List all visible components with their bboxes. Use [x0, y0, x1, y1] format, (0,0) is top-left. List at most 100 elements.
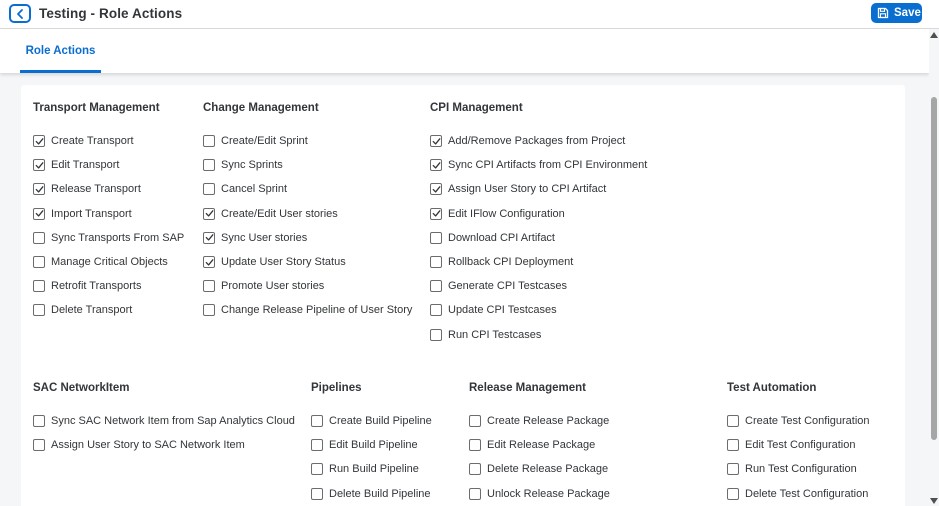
save-button[interactable]: Save [871, 3, 922, 23]
checkbox-row[interactable]: Run CPI Testcases [430, 326, 541, 344]
checkbox-unchecked[interactable] [727, 439, 739, 452]
checkbox-row[interactable]: Sync SAC Network Item from Sap Analytics… [33, 412, 295, 430]
checkbox-row[interactable]: Edit Test Configuration [727, 436, 855, 454]
checkbox-unchecked[interactable] [311, 463, 323, 476]
checkbox-unchecked[interactable] [430, 256, 442, 268]
checkbox-label: Run CPI Testcases [448, 328, 542, 341]
checkbox-unchecked[interactable] [430, 304, 442, 317]
checkbox-unchecked[interactable] [727, 487, 739, 500]
checkbox-label: Manage Critical Objects [51, 256, 168, 268]
checkbox-row[interactable]: Create/Edit Sprint [203, 132, 308, 150]
checkbox-row[interactable]: Change Release Pipeline of User Story [203, 301, 412, 319]
checkbox-checked[interactable] [33, 159, 45, 172]
checkbox-unchecked[interactable] [311, 487, 323, 500]
scrollbar-thumb[interactable] [931, 97, 937, 440]
checkbox-checked[interactable] [33, 207, 45, 220]
checkbox-label: Create Build Pipeline [329, 415, 432, 427]
checkbox-unchecked[interactable] [33, 304, 45, 317]
checkbox-row[interactable]: Create/Edit User stories [203, 205, 338, 223]
checkbox-row[interactable]: Update CPI Testcases [430, 301, 557, 319]
checkbox-row[interactable]: Rollback CPI Deployment [430, 253, 573, 271]
checkbox-row[interactable]: Assign User Story to SAC Network Item [33, 436, 245, 454]
checkbox-label: Edit Transport [51, 159, 120, 172]
checkbox-checked[interactable] [430, 159, 442, 172]
checkbox-row[interactable]: Create Test Configuration [727, 412, 870, 430]
checkbox-unchecked[interactable] [469, 439, 481, 452]
tab-bar: Role Actions [0, 29, 929, 73]
checkbox-unchecked[interactable] [469, 487, 481, 500]
checkbox-row[interactable]: Sync User stories [203, 229, 307, 247]
checkbox-unchecked[interactable] [727, 415, 739, 427]
checkbox-row[interactable]: Delete Transport [33, 301, 132, 319]
checkbox-unchecked[interactable] [33, 231, 45, 244]
tab-role-actions[interactable]: Role Actions [20, 29, 101, 73]
checkbox-label: Rollback CPI Deployment [448, 256, 574, 268]
checkbox-unchecked[interactable] [469, 463, 481, 476]
scroll-down-arrow-icon[interactable] [930, 498, 938, 504]
checkbox-row[interactable]: Update User Story Status [203, 253, 346, 271]
checkbox-label: Release Transport [51, 183, 141, 196]
group-title: Release Management [469, 382, 586, 394]
checkbox-checked[interactable] [203, 256, 215, 268]
checkbox-unchecked[interactable] [33, 415, 45, 427]
checkbox-checked[interactable] [33, 183, 45, 196]
checkbox-row[interactable]: Download CPI Artifact [430, 229, 555, 247]
checkbox-checked[interactable] [430, 207, 442, 220]
checkmark-icon [35, 161, 43, 169]
checkbox-row[interactable]: Delete Test Configuration [727, 485, 868, 503]
checkbox-row[interactable]: Assign User Story to CPI Artifact [430, 180, 606, 198]
vertical-scrollbar[interactable] [929, 29, 939, 506]
checkbox-unchecked[interactable] [203, 183, 215, 196]
checkbox-row[interactable]: Edit IFlow Configuration [430, 205, 565, 223]
checkbox-unchecked[interactable] [430, 280, 442, 293]
checkbox-unchecked[interactable] [727, 463, 739, 476]
checkbox-row[interactable]: Add/Remove Packages from Project [430, 132, 625, 150]
checkbox-row[interactable]: Retrofit Transports [33, 277, 141, 295]
checkbox-unchecked[interactable] [33, 439, 45, 452]
checkbox-row[interactable]: Sync CPI Artifacts from CPI Environment [430, 156, 647, 174]
checkbox-label: Create Release Package [487, 415, 610, 427]
back-button[interactable] [9, 4, 31, 23]
checkbox-unchecked[interactable] [203, 135, 215, 147]
checkbox-row[interactable]: Create Transport [33, 132, 134, 150]
checkbox-row[interactable]: Delete Release Package [469, 460, 608, 478]
checkbox-unchecked[interactable] [469, 415, 481, 427]
chevron-left-icon [17, 8, 23, 19]
checkbox-unchecked[interactable] [311, 415, 323, 427]
checkbox-row[interactable]: Create Build Pipeline [311, 412, 432, 430]
group-title: Transport Management [33, 102, 160, 114]
checkbox-unchecked[interactable] [430, 231, 442, 244]
checkbox-row[interactable]: Sync Transports From SAP [33, 229, 184, 247]
checkbox-row[interactable]: Run Test Configuration [727, 460, 857, 478]
checkbox-checked[interactable] [33, 135, 45, 147]
checkbox-unchecked[interactable] [430, 328, 442, 341]
checkbox-row[interactable]: Delete Build Pipeline [311, 485, 431, 503]
checkbox-unchecked[interactable] [33, 256, 45, 268]
checkbox-row[interactable]: Edit Release Package [469, 436, 595, 454]
checkbox-unchecked[interactable] [203, 304, 215, 317]
checkbox-label: Sync User stories [221, 231, 308, 244]
checkbox-row[interactable]: Run Build Pipeline [311, 460, 419, 478]
checkbox-row[interactable]: Cancel Sprint [203, 180, 287, 198]
checkbox-label: Sync CPI Artifacts from CPI Environment [448, 159, 648, 172]
checkbox-row[interactable]: Sync Sprints [203, 156, 283, 174]
checkbox-row[interactable]: Generate CPI Testcases [430, 277, 567, 295]
checkbox-label: Edit Test Configuration [745, 439, 856, 452]
checkbox-unchecked[interactable] [33, 280, 45, 293]
checkbox-row[interactable]: Edit Build Pipeline [311, 436, 418, 454]
checkbox-unchecked[interactable] [203, 280, 215, 293]
checkbox-row[interactable]: Promote User stories [203, 277, 324, 295]
checkbox-row[interactable]: Manage Critical Objects [33, 253, 168, 271]
checkbox-unchecked[interactable] [203, 159, 215, 172]
checkbox-row[interactable]: Edit Transport [33, 156, 119, 174]
checkbox-unchecked[interactable] [311, 439, 323, 452]
checkbox-checked[interactable] [430, 183, 442, 196]
checkbox-row[interactable]: Create Release Package [469, 412, 609, 430]
checkbox-row[interactable]: Unlock Release Package [469, 485, 610, 503]
checkbox-checked[interactable] [203, 207, 215, 220]
checkbox-row[interactable]: Import Transport [33, 205, 132, 223]
checkbox-checked[interactable] [203, 231, 215, 244]
checkbox-checked[interactable] [430, 135, 442, 147]
scroll-up-arrow-icon[interactable] [930, 32, 938, 38]
checkbox-row[interactable]: Release Transport [33, 180, 141, 198]
